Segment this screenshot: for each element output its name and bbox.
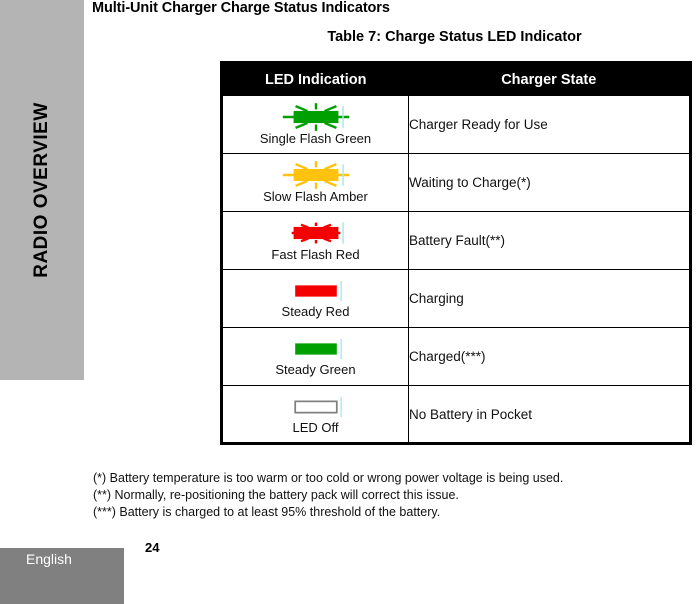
led-off-icon bbox=[293, 396, 342, 417]
chapter-tab-label: RADIO OVERVIEW bbox=[31, 102, 52, 278]
table-caption: Table 7: Charge Status LED Indicator bbox=[327, 29, 582, 45]
table-row: Single Flash Green Charger Ready for Use bbox=[221, 95, 691, 154]
footnote-item: (**) Normally, re-positioning the batter… bbox=[93, 488, 459, 502]
steady-red-led-icon bbox=[294, 281, 342, 301]
led-indication-label: Fast Flash Red bbox=[271, 247, 360, 262]
table-row: Steady Red Charging bbox=[221, 269, 691, 328]
footnote-item: (*) Battery temperature is too warm or t… bbox=[93, 471, 564, 485]
led-indication-cell: Single Flash Green bbox=[221, 95, 409, 154]
charger-state-cell: Charger Ready for Use bbox=[408, 95, 691, 154]
led-indication-cell: Slow Flash Amber bbox=[221, 153, 409, 212]
table-row: Steady Green Charged(***) bbox=[221, 327, 691, 386]
charger-state-cell: No Battery in Pocket bbox=[408, 385, 691, 444]
page-number: 24 bbox=[145, 540, 160, 555]
led-indication-label: LED Off bbox=[292, 419, 339, 435]
led-indication-cell: Steady Green bbox=[221, 327, 409, 386]
charger-state-cell: Waiting to Charge(*) bbox=[408, 153, 691, 212]
footer-language-label: English bbox=[26, 551, 72, 567]
charger-state-cell: Charging bbox=[408, 269, 691, 328]
charge-status-table: LED Indication Charger State Single Flas… bbox=[220, 61, 692, 445]
led-indication-label: Steady Red bbox=[281, 304, 350, 319]
led-indication-cell: Steady Red bbox=[221, 269, 409, 328]
flash-amber-led-icon bbox=[282, 161, 349, 189]
led-indication-cell: Fast Flash Red bbox=[221, 211, 409, 270]
footnote-item: (***) Battery is charged to at least 95%… bbox=[93, 505, 441, 519]
table-header-row: LED Indication Charger State bbox=[221, 62, 691, 96]
chapter-tab: RADIO OVERVIEW bbox=[0, 0, 84, 380]
steady-green-led-icon bbox=[294, 339, 342, 359]
flash-green-led-icon bbox=[282, 103, 349, 131]
flash-red-led-icon bbox=[291, 222, 344, 244]
led-indication-label: Steady Green bbox=[275, 362, 356, 377]
column-header-charger-state: Charger State bbox=[408, 62, 691, 96]
table-row: Slow Flash Amber Waiting to Charge(*) bbox=[221, 153, 691, 212]
led-indication-label: Single Flash Green bbox=[259, 131, 372, 146]
column-header-led-indication: LED Indication bbox=[221, 62, 409, 96]
charger-state-cell: Battery Fault(**) bbox=[408, 211, 691, 270]
table-row: Fast Flash Red Battery Fault(**) bbox=[221, 211, 691, 270]
footnotes: (*) Battery temperature is too warm or t… bbox=[93, 470, 563, 521]
page-title: Multi-Unit Charger Charge Status Indicat… bbox=[92, 0, 390, 16]
led-indication-label: Slow Flash Amber bbox=[263, 189, 368, 204]
led-indication-cell: LED Off bbox=[221, 385, 409, 444]
charger-state-cell: Charged(***) bbox=[408, 327, 691, 386]
table-row: LED Off No Battery in Pocket bbox=[221, 385, 691, 444]
